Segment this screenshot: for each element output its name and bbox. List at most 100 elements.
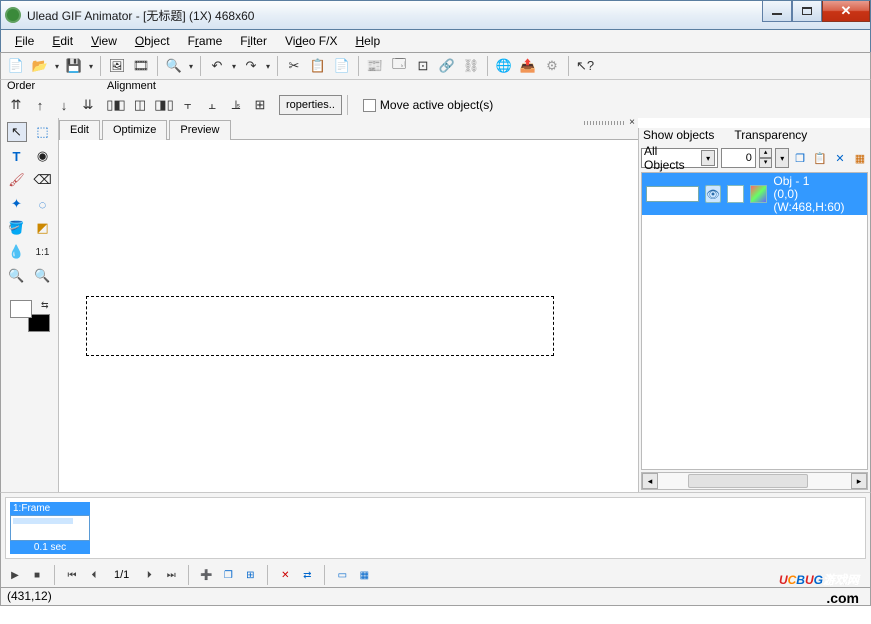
- align-bottom-button[interactable]: ⫡: [225, 94, 247, 116]
- align-vcenter-button[interactable]: ⫠: [201, 94, 223, 116]
- objects-hscrollbar[interactable]: ◂ ▸: [641, 472, 868, 490]
- tool-fill[interactable]: 🪣: [7, 218, 27, 238]
- tool-eyedropper[interactable]: 💧: [7, 242, 27, 262]
- tool-lasso[interactable]: ◌: [33, 194, 53, 214]
- frame-item[interactable]: 1:Frame 0.1 sec: [10, 502, 90, 554]
- settings-button[interactable]: ⚙: [541, 55, 563, 77]
- canvas[interactable]: [59, 140, 638, 492]
- open-dropdown[interactable]: ▾: [53, 62, 61, 71]
- frame-props-button[interactable]: ▦: [356, 567, 372, 583]
- tool-zoom-out[interactable]: 🔍: [33, 266, 53, 286]
- tool-wand[interactable]: ✦: [7, 194, 27, 214]
- align-left-button[interactable]: ▯◧: [105, 94, 127, 116]
- maximize-button[interactable]: [792, 1, 822, 22]
- object-copy-button[interactable]: 📋: [812, 150, 828, 166]
- move-active-checkbox[interactable]: [363, 99, 376, 112]
- tool-text[interactable]: T: [7, 146, 27, 166]
- tool-brush[interactable]: 🖌: [7, 170, 27, 190]
- object-list-item[interactable]: 👁 Obj - 1 (0,0)(W:468,H:60): [642, 173, 867, 215]
- frame-thumbnail[interactable]: [10, 515, 90, 541]
- foreground-color-swatch[interactable]: [10, 300, 32, 318]
- cut-button[interactable]: ✂: [283, 55, 305, 77]
- tool-select[interactable]: ↖: [7, 122, 27, 142]
- scroll-left-button[interactable]: ◂: [642, 473, 658, 489]
- copy-button[interactable]: 📋: [307, 55, 329, 77]
- scroll-right-button[interactable]: ▸: [851, 473, 867, 489]
- tab-preview[interactable]: Preview: [169, 120, 230, 140]
- undo-button[interactable]: ↶: [206, 55, 228, 77]
- stop-button[interactable]: ■: [29, 567, 45, 583]
- save-button[interactable]: 💾: [63, 55, 85, 77]
- undo-dropdown[interactable]: ▾: [230, 62, 238, 71]
- menu-filter[interactable]: Filter: [232, 32, 275, 50]
- order-down-button[interactable]: ↓: [53, 94, 75, 116]
- insert-frame-button[interactable]: 🗔: [388, 55, 410, 77]
- tool-zoom-in[interactable]: 🔍: [7, 266, 27, 286]
- transparency-dropdown[interactable]: ▾: [775, 148, 789, 168]
- menu-edit[interactable]: Edit: [44, 32, 81, 50]
- tool-crop[interactable]: ◩: [33, 218, 53, 238]
- object-color-icon[interactable]: [750, 185, 767, 203]
- menu-object[interactable]: Object: [127, 32, 178, 50]
- export-button[interactable]: 📤: [517, 55, 539, 77]
- menu-frame[interactable]: Frame: [180, 32, 231, 50]
- align-center-button[interactable]: ⊞: [249, 94, 271, 116]
- link-button[interactable]: 🔗: [436, 55, 458, 77]
- insert-text-button[interactable]: 📰: [364, 55, 386, 77]
- color-swatches[interactable]: ⇆: [10, 300, 50, 332]
- redo-dropdown[interactable]: ▾: [264, 62, 272, 71]
- first-frame-button[interactable]: ⏮: [64, 567, 80, 583]
- menu-file[interactable]: File: [7, 32, 42, 50]
- new-button[interactable]: 📄: [5, 55, 27, 77]
- show-objects-dropdown[interactable]: All Objects▾: [641, 148, 718, 168]
- close-button[interactable]: ✕: [822, 1, 870, 22]
- open-button[interactable]: 📂: [29, 55, 51, 77]
- frame-strip[interactable]: 1:Frame 0.1 sec: [5, 497, 866, 559]
- object-delete-button[interactable]: ✕: [832, 150, 848, 166]
- delete-frame-button[interactable]: ✕: [277, 567, 293, 583]
- object-merge-button[interactable]: ▦: [852, 150, 868, 166]
- order-back-button[interactable]: ⇊: [77, 94, 99, 116]
- minimize-button[interactable]: [762, 1, 792, 22]
- tab-optimize[interactable]: Optimize: [102, 120, 167, 140]
- import-image-button[interactable]: 🖼: [106, 55, 128, 77]
- import-video-button[interactable]: 🎞: [130, 55, 152, 77]
- tab-edit[interactable]: Edit: [59, 120, 100, 140]
- preview-browser-button[interactable]: 🌐: [493, 55, 515, 77]
- insert-frame-button[interactable]: ⊞: [242, 567, 258, 583]
- tool-play[interactable]: ◉: [33, 146, 53, 166]
- object-lock-icon[interactable]: [727, 185, 744, 203]
- paste-button[interactable]: 📄: [331, 55, 353, 77]
- order-front-button[interactable]: ⇈: [5, 94, 27, 116]
- redo-button[interactable]: ↷: [240, 55, 262, 77]
- next-frame-button[interactable]: ⏵: [141, 567, 157, 583]
- object-visibility-icon[interactable]: 👁: [705, 185, 722, 203]
- panel-close-icon[interactable]: ×: [626, 117, 638, 129]
- crop-button[interactable]: ⊡: [412, 55, 434, 77]
- zoom-dropdown[interactable]: ▾: [187, 62, 195, 71]
- align-hcenter-button[interactable]: ◫: [129, 94, 151, 116]
- play-button[interactable]: ▶: [7, 567, 23, 583]
- reverse-frames-button[interactable]: ⇄: [299, 567, 315, 583]
- unlink-button[interactable]: ⛓: [460, 55, 482, 77]
- order-up-button[interactable]: ↑: [29, 94, 51, 116]
- swap-colors-icon[interactable]: ⇆: [41, 300, 49, 311]
- tool-eraser[interactable]: ⌫: [33, 170, 53, 190]
- prev-frame-button[interactable]: ⏴: [86, 567, 102, 583]
- align-right-button[interactable]: ◨▯: [153, 94, 175, 116]
- objects-list[interactable]: 👁 Obj - 1 (0,0)(W:468,H:60): [641, 172, 868, 470]
- add-frame-button[interactable]: ➕: [198, 567, 214, 583]
- help-pointer-button[interactable]: ↖?: [574, 55, 596, 77]
- transparency-spinner[interactable]: ▴▾: [759, 148, 773, 168]
- menu-view[interactable]: View: [83, 32, 125, 50]
- save-dropdown[interactable]: ▾: [87, 62, 95, 71]
- tool-actual-size[interactable]: 1:1: [33, 242, 53, 262]
- zoom-button[interactable]: 🔍: [163, 55, 185, 77]
- tool-marquee[interactable]: ⬚: [33, 122, 53, 142]
- duplicate-frame-button[interactable]: ❐: [220, 567, 236, 583]
- menu-help[interactable]: Help: [347, 32, 388, 50]
- tween-button[interactable]: ▭: [334, 567, 350, 583]
- properties-button[interactable]: roperties..: [279, 95, 342, 115]
- panel-grip[interactable]: ×: [406, 118, 638, 128]
- last-frame-button[interactable]: ⏭: [163, 567, 179, 583]
